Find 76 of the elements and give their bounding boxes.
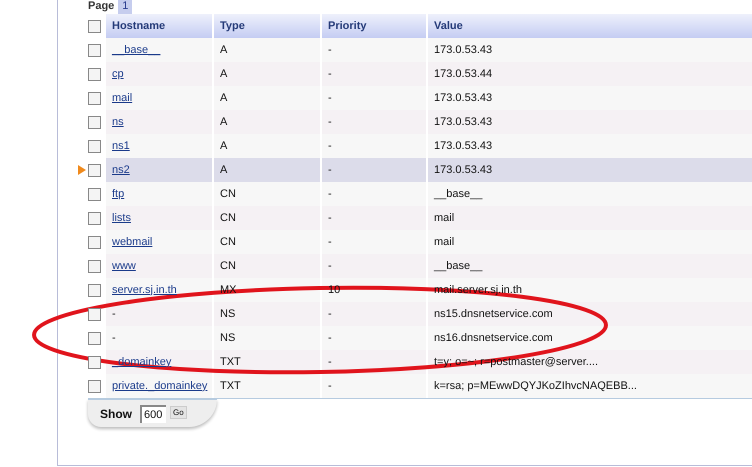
hostname-link[interactable]: ns2 xyxy=(112,162,130,178)
hostname-link[interactable]: lists xyxy=(112,210,131,226)
type-cell-text: TXT xyxy=(220,354,241,370)
row-checkbox[interactable] xyxy=(88,284,101,296)
value-cell-text: k=rsa; p=MEwwDQYJKoZIhvcNAQEBB... xyxy=(434,378,637,394)
value-cell-text: ns16.dnsnetservice.com xyxy=(434,330,553,346)
row-checkbox[interactable] xyxy=(88,188,101,200)
type-cell-text: NS xyxy=(220,306,236,322)
type-cell-text: A xyxy=(220,162,228,178)
value-cell-text: 173.0.53.43 xyxy=(434,90,492,106)
type-cell-text: CN xyxy=(220,258,236,274)
row-checkbox[interactable] xyxy=(88,140,101,152)
column-header[interactable]: Value xyxy=(428,14,752,38)
type-cell-text: NS xyxy=(220,330,236,346)
priority-cell-text: - xyxy=(328,210,332,226)
hostname-cell-text: - xyxy=(112,330,116,346)
priority-cell-text: - xyxy=(328,42,332,58)
row-checkbox[interactable] xyxy=(88,68,101,80)
type-cell-text: A xyxy=(220,42,228,58)
value-cell-text: 173.0.53.43 xyxy=(434,114,492,130)
priority-cell-text: - xyxy=(328,234,332,250)
type-cell-text: A xyxy=(220,66,228,82)
row-checkbox[interactable] xyxy=(88,116,101,128)
value-cell-text: 173.0.53.43 xyxy=(434,42,492,58)
page-size-field[interactable]: 600 xyxy=(140,404,166,422)
page-link[interactable]: 1 xyxy=(118,0,132,15)
value-cell-text: 173.0.53.43 xyxy=(434,162,492,178)
hostname-link[interactable]: mail xyxy=(112,90,132,106)
column-header[interactable]: Type xyxy=(214,14,320,38)
select-all-checkbox[interactable] xyxy=(88,20,101,32)
type-cell-text: A xyxy=(220,90,228,106)
row-checkbox[interactable] xyxy=(88,380,101,392)
type-cell-text: CN xyxy=(220,210,236,226)
page-label: Page xyxy=(88,0,114,14)
row-checkbox[interactable] xyxy=(88,356,101,368)
priority-cell-text: - xyxy=(328,330,332,346)
hostname-cell-text: - xyxy=(112,306,116,322)
type-cell-text: A xyxy=(220,138,228,154)
priority-cell-text: - xyxy=(328,138,332,154)
value-cell-text: mail xyxy=(434,210,454,226)
row-checkbox[interactable] xyxy=(88,92,101,104)
row-checkbox[interactable] xyxy=(88,236,101,248)
value-cell-text: 173.0.53.43 xyxy=(434,138,492,154)
value-cell-text: __base__ xyxy=(434,186,482,202)
type-cell-text: TXT xyxy=(220,378,241,394)
row-checkbox[interactable] xyxy=(88,260,101,272)
value-cell-text: mail xyxy=(434,234,454,250)
column-header[interactable]: Hostname xyxy=(106,14,212,38)
row-checkbox[interactable] xyxy=(88,332,101,344)
priority-cell-text: - xyxy=(328,66,332,82)
row-checkbox[interactable] xyxy=(88,212,101,224)
row-checkbox[interactable] xyxy=(88,308,101,320)
priority-cell-text: - xyxy=(328,258,332,274)
type-cell-text: CN xyxy=(220,186,236,202)
priority-cell-text: - xyxy=(328,162,332,178)
type-cell-text: A xyxy=(220,114,228,130)
value-cell-text: 173.0.53.44 xyxy=(434,66,492,82)
hostname-link[interactable]: ftp xyxy=(112,186,124,202)
row-checkbox[interactable] xyxy=(88,44,101,56)
priority-cell-text: - xyxy=(328,90,332,106)
hostname-link[interactable]: ns xyxy=(112,114,124,130)
type-cell-text: CN xyxy=(220,234,236,250)
priority-cell-text: - xyxy=(328,306,332,322)
column-header[interactable]: Priority xyxy=(322,14,426,38)
priority-cell-text: - xyxy=(328,186,332,202)
hostname-link[interactable]: ns1 xyxy=(112,138,130,154)
go-button[interactable]: Go xyxy=(170,406,187,419)
show-label: Show xyxy=(100,406,132,422)
hostname-link[interactable]: www xyxy=(112,258,136,274)
priority-cell-text: - xyxy=(328,354,332,370)
priority-cell-text: - xyxy=(328,114,332,130)
value-cell-text: __base__ xyxy=(434,258,482,274)
hostname-link[interactable]: cp xyxy=(112,66,124,82)
row-checkbox[interactable] xyxy=(88,164,101,176)
value-cell-text: ns15.dnsnetservice.com xyxy=(434,306,553,322)
priority-cell-text: - xyxy=(328,378,332,394)
